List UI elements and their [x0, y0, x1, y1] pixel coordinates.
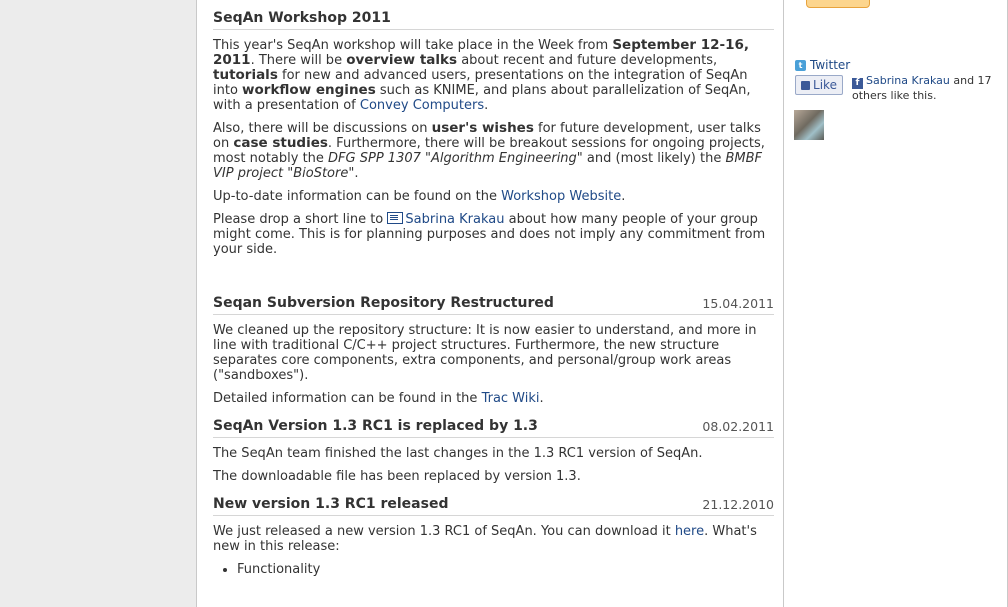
svn-paragraph-1: We cleaned up the repository structure: …	[213, 323, 757, 383]
sabrina-krakau-mail-link[interactable]: Sabrina Krakau	[405, 212, 504, 227]
twitter-link[interactable]: t Twitter	[795, 58, 850, 72]
news-content: SeqAn Workshop 2011 This year's SeqAn wo…	[213, 10, 774, 589]
mail-icon	[387, 212, 404, 224]
facebook-like-text: f Sabrina Krakau and 17 others like this.	[852, 74, 992, 102]
news-date: 21.12.2010	[702, 497, 774, 512]
workshop-website-link[interactable]: Workshop Website	[501, 189, 621, 204]
v13-paragraph-1: The SeqAn team finished the last changes…	[213, 446, 703, 461]
svn-paragraph-2: Detailed information can be found in the…	[213, 391, 544, 406]
facebook-user-link[interactable]: Sabrina Krakau	[866, 74, 950, 87]
trac-wiki-link[interactable]: Trac Wiki	[482, 391, 540, 406]
list-item: Functionality	[237, 562, 774, 577]
news-header: SeqAn Workshop 2011	[213, 10, 774, 30]
news-title: Seqan Subversion Repository Restructured	[213, 295, 554, 311]
news-item-svn: Seqan Subversion Repository Restructured…	[213, 295, 774, 406]
news-header: New version 1.3 RC1 released 21.12.2010	[213, 496, 774, 516]
news-date: 15.04.2011	[702, 296, 774, 311]
news-header: Seqan Subversion Repository Restructured…	[213, 295, 774, 315]
news-item-rc1: New version 1.3 RC1 released 21.12.2010 …	[213, 496, 774, 577]
workshop-paragraph-1: This year's SeqAn workshop will take pla…	[213, 37, 751, 114]
facebook-like-button[interactable]: Like	[795, 75, 843, 95]
news-item-v13: SeqAn Version 1.3 RC1 is replaced by 1.3…	[213, 418, 774, 484]
thumbs-up-icon	[801, 80, 811, 90]
facebook-icon: f	[852, 78, 863, 89]
v13-paragraph-2: The downloadable file has been replaced …	[213, 469, 581, 484]
rc1-paragraph-1: We just released a new version 1.3 RC1 o…	[213, 524, 757, 554]
news-header: SeqAn Version 1.3 RC1 is replaced by 1.3…	[213, 418, 774, 438]
avatar[interactable]	[794, 110, 824, 140]
sidebar: t Twitter Like f Sabrina Krakau and 17 ot…	[784, 0, 1008, 607]
news-title: SeqAn Version 1.3 RC1 is replaced by 1.3	[213, 418, 538, 434]
release-features-list: Functionality	[213, 562, 774, 577]
orange-tab-button[interactable]	[806, 0, 870, 8]
news-date: 08.02.2011	[702, 419, 774, 434]
twitter-icon: t	[795, 59, 806, 71]
news-title: New version 1.3 RC1 released	[213, 496, 449, 512]
news-title: SeqAn Workshop 2011	[213, 10, 391, 26]
main-page: SeqAn Workshop 2011 This year's SeqAn wo…	[196, 0, 784, 607]
workshop-paragraph-3: Up-to-date information can be found on t…	[213, 189, 626, 204]
convey-computers-link[interactable]: Convey Computers	[360, 98, 484, 113]
download-here-link[interactable]: here	[675, 524, 704, 539]
workshop-paragraph-4: Please drop a short line to Sabrina Krak…	[213, 212, 766, 257]
workshop-paragraph-2: Also, there will be discussions on user'…	[213, 120, 765, 182]
news-item-workshop: SeqAn Workshop 2011 This year's SeqAn wo…	[213, 10, 774, 257]
